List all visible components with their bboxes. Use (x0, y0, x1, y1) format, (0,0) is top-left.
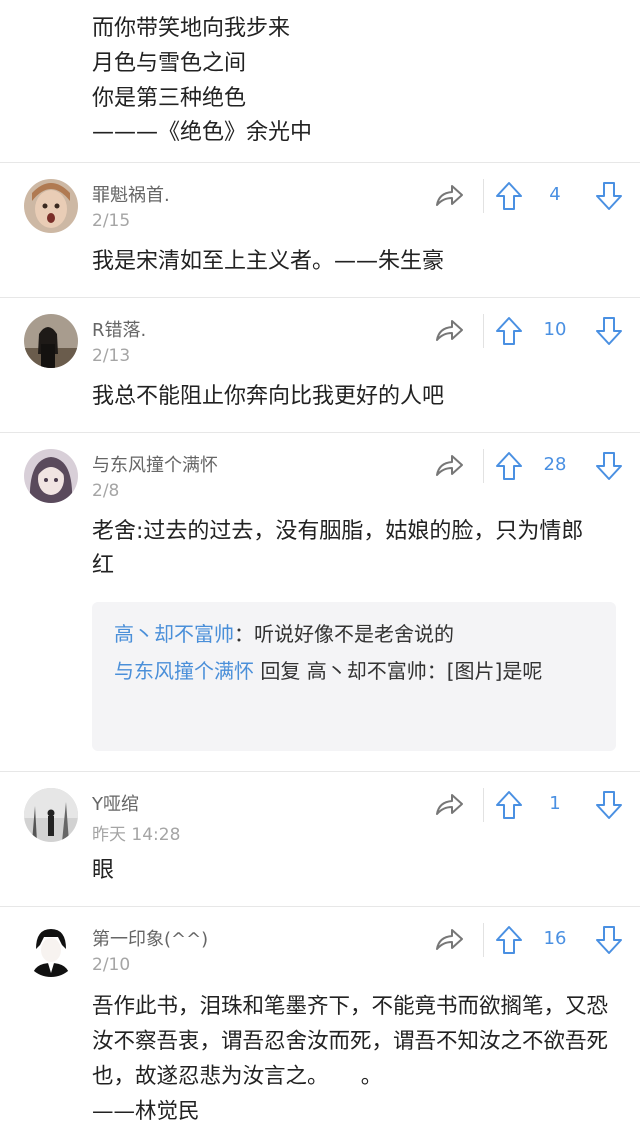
down-arrow-icon[interactable] (594, 788, 624, 822)
poem-line: 月色与雪色之间 (92, 51, 247, 76)
reply-separator: ： (234, 622, 254, 646)
divider (483, 314, 484, 348)
comment-content: 我是宋清如至上主义者。——朱生豪 (92, 249, 445, 274)
vote-count: 1 (549, 793, 561, 814)
up-arrow-icon[interactable] (494, 179, 524, 213)
reply-username[interactable]: 与东风撞个满怀 (114, 659, 254, 683)
comment-date: 2/15 (92, 211, 131, 231)
reply-text: 听说好像不是老舍说的 (254, 622, 454, 646)
username[interactable]: 第一印象(^^) (92, 925, 208, 951)
avatar[interactable] (24, 314, 78, 368)
username[interactable]: R错落. (92, 316, 146, 342)
comment-item: 罪魁祸首. 2/15 4 我是宋清如至上主义者。——朱生豪 (0, 163, 640, 298)
username[interactable]: 与东风撞个满怀 (92, 451, 218, 477)
share-arrow-icon[interactable] (432, 449, 466, 483)
reply-separator: ： (426, 659, 447, 683)
avatar[interactable] (24, 179, 78, 233)
comment-content: 老舍:过去的过去，没有胭脂，姑娘的脸，只为情郎红 (92, 519, 584, 578)
poem-line: 而你带笑地向我步来 (92, 16, 291, 41)
reply-text: [图片]是呢 (446, 659, 543, 683)
comment-date: 2/8 (92, 481, 120, 501)
avatar[interactable] (24, 923, 78, 977)
divider (483, 449, 484, 483)
comment-content: 眼 (92, 858, 115, 883)
comment-item: R错落. 2/13 10 我总不能阻止你奔向比我更好的人吧 (0, 298, 640, 433)
username[interactable]: 罪魁祸首. (92, 181, 170, 207)
poem-line: 你是第三种绝色 (92, 86, 247, 111)
down-arrow-icon[interactable] (594, 179, 624, 213)
down-arrow-icon[interactable] (594, 923, 624, 957)
avatar[interactable] (24, 449, 78, 503)
reply-item: 与东风撞个满怀 回复 高丶却不富帅：[图片]是呢 (114, 653, 594, 690)
divider (483, 923, 484, 957)
up-arrow-icon[interactable] (494, 923, 524, 957)
down-arrow-icon[interactable] (594, 449, 624, 483)
share-arrow-icon[interactable] (432, 179, 466, 213)
avatar[interactable] (24, 788, 78, 842)
share-arrow-icon[interactable] (432, 788, 466, 822)
comment-content-signature: ——林觉民 (92, 1099, 200, 1124)
vote-count: 10 (543, 319, 567, 340)
comment-content: 吾作此书，泪珠和笔墨齐下，不能竟书而欲搁笔，又恐汝不察吾衷，谓吾忍舍汝而死，谓吾… (92, 989, 620, 1129)
username[interactable]: Y哑绾 (92, 790, 139, 816)
previous-comment-tail: 而你带笑地向我步来 月色与雪色之间 你是第三种绝色 ———《绝色》余光中 (0, 0, 640, 163)
reply-item: 高丶却不富帅：听说好像不是老舍说的 (114, 616, 594, 653)
comment-date: 昨天 14:28 (92, 825, 181, 845)
comment-item: 第一印象(^^) 2/10 16 吾作此书，泪珠和笔墨齐下，不能竟书而欲搁笔，又… (0, 907, 640, 1124)
share-arrow-icon[interactable] (432, 314, 466, 348)
vote-count: 4 (549, 184, 561, 205)
up-arrow-icon[interactable] (494, 788, 524, 822)
divider (483, 179, 484, 213)
comment-content: 我总不能阻止你奔向比我更好的人吧 (92, 384, 445, 409)
vote-count: 16 (543, 928, 567, 949)
reply-to-label: 回复 (254, 659, 307, 683)
comment-date: 2/13 (92, 346, 131, 366)
comment-item: Y哑绾 昨天 14:28 1 眼 (0, 772, 640, 907)
up-arrow-icon[interactable] (494, 314, 524, 348)
up-arrow-icon[interactable] (494, 449, 524, 483)
comment-item: 与东风撞个满怀 2/8 28 老舍:过去的过去，没有胭脂，姑娘的脸，只为情郎红 … (0, 433, 640, 772)
share-arrow-icon[interactable] (432, 923, 466, 957)
divider (483, 788, 484, 822)
down-arrow-icon[interactable] (594, 314, 624, 348)
reply-box[interactable]: 高丶却不富帅：听说好像不是老舍说的 与东风撞个满怀 回复 高丶却不富帅：[图片]… (92, 602, 616, 751)
poem-line: ———《绝色》余光中 (92, 120, 313, 145)
reply-target[interactable]: 高丶却不富帅 (307, 659, 427, 683)
comment-content-body: 吾作此书，泪珠和笔墨齐下，不能竟书而欲搁笔，又恐汝不察吾衷，谓吾忍舍汝而死，谓吾… (92, 994, 609, 1089)
comment-date: 2/10 (92, 955, 131, 975)
vote-count: 28 (543, 454, 567, 475)
reply-username[interactable]: 高丶却不富帅 (114, 622, 234, 646)
